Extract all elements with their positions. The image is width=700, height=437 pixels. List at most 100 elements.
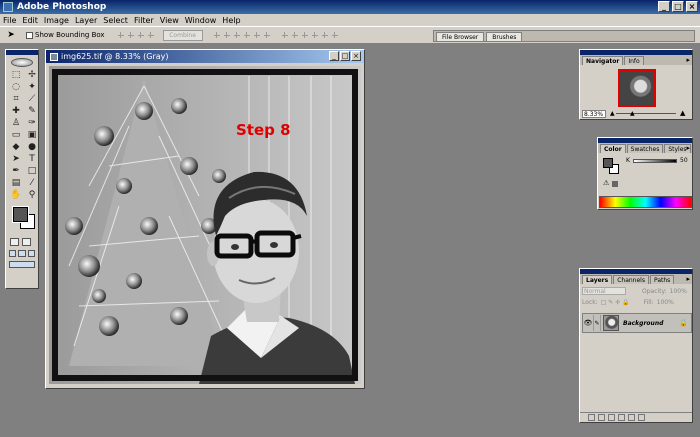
marquee-tool-icon[interactable]: ⬚ bbox=[9, 70, 23, 81]
zoom-out-icon[interactable]: ▲ bbox=[610, 110, 615, 117]
hand-tool-icon[interactable]: ✋ bbox=[9, 190, 23, 201]
quick-mask-mode-button[interactable] bbox=[22, 238, 31, 246]
palette-menu-icon[interactable]: ▸ bbox=[686, 144, 690, 152]
fill-field[interactable]: 100% bbox=[657, 299, 674, 306]
tab-swatches[interactable]: Swatches bbox=[626, 144, 664, 153]
adjustment-layer-icon[interactable] bbox=[618, 414, 625, 421]
menu-layer[interactable]: Layer bbox=[75, 16, 97, 25]
transform-icon[interactable] bbox=[126, 31, 135, 39]
full-screen-button[interactable] bbox=[27, 250, 35, 257]
combine-button[interactable]: Combine bbox=[162, 29, 203, 41]
palette-menu-icon[interactable]: ▸ bbox=[686, 56, 690, 64]
navigator-zoom-field[interactable]: 8.33% bbox=[582, 110, 606, 118]
document-close-button[interactable]: × bbox=[351, 51, 361, 61]
file-browser-tab[interactable]: File Browser bbox=[436, 32, 485, 41]
full-screen-menu-button[interactable] bbox=[18, 250, 26, 257]
tab-layers[interactable]: Layers bbox=[582, 275, 613, 284]
move-tool-preset-icon[interactable]: ➤ bbox=[4, 29, 18, 41]
menu-file[interactable]: File bbox=[3, 16, 16, 25]
zoom-tool-icon[interactable]: ⚲ bbox=[25, 190, 39, 201]
zoom-in-icon[interactable]: ▲ bbox=[680, 109, 685, 117]
menu-help[interactable]: Help bbox=[222, 16, 240, 25]
standard-screen-button[interactable] bbox=[9, 250, 17, 257]
transform-icon[interactable] bbox=[136, 31, 145, 39]
layer-mask-icon[interactable] bbox=[598, 414, 605, 421]
menu-filter[interactable]: Filter bbox=[134, 16, 154, 25]
align-icon[interactable] bbox=[262, 31, 271, 39]
layer-set-icon[interactable] bbox=[608, 414, 615, 421]
notes-tool-icon[interactable]: ▤ bbox=[9, 178, 23, 189]
tab-color[interactable]: Color bbox=[600, 144, 626, 153]
distribute-icon[interactable] bbox=[310, 31, 319, 39]
blend-mode-select[interactable]: Normal bbox=[582, 287, 626, 295]
distribute-icon[interactable] bbox=[300, 31, 309, 39]
color-spectrum-bar[interactable] bbox=[599, 196, 692, 208]
tab-channels[interactable]: Channels bbox=[613, 275, 649, 284]
slice-tool-icon[interactable]: ⟋ bbox=[25, 94, 39, 105]
brushes-tab[interactable]: Brushes bbox=[486, 32, 523, 41]
gamut-swatch[interactable] bbox=[612, 181, 618, 187]
zoom-slider[interactable] bbox=[616, 113, 676, 114]
gamut-warning-icon[interactable]: ⚠ bbox=[603, 179, 609, 187]
distribute-icon[interactable] bbox=[320, 31, 329, 39]
tab-navigator[interactable]: Navigator bbox=[582, 56, 624, 65]
crop-tool-icon[interactable]: ⌗ bbox=[9, 94, 23, 105]
transform-icon[interactable] bbox=[116, 31, 125, 39]
align-icon[interactable] bbox=[242, 31, 251, 39]
healing-brush-icon[interactable]: ✚ bbox=[9, 106, 23, 117]
k-value-field[interactable]: 50 bbox=[680, 157, 688, 164]
show-bounding-box-checkbox[interactable] bbox=[26, 31, 33, 39]
document-maximize-button[interactable]: □ bbox=[340, 51, 350, 61]
layer-style-icon[interactable] bbox=[588, 414, 595, 421]
shape-tool-icon[interactable]: □ bbox=[25, 166, 39, 177]
align-icon[interactable] bbox=[212, 31, 221, 39]
k-slider[interactable] bbox=[633, 159, 677, 163]
close-button[interactable]: × bbox=[686, 1, 698, 12]
standard-mode-button[interactable] bbox=[10, 238, 19, 246]
document-title-bar[interactable]: img625.tif @ 8.33% (Gray) bbox=[46, 50, 364, 63]
adobe-online-button[interactable] bbox=[6, 55, 38, 69]
clone-stamp-icon[interactable]: ♙ bbox=[9, 118, 23, 129]
brush-link-icon[interactable]: ✎ bbox=[593, 315, 601, 331]
menu-view[interactable]: View bbox=[160, 16, 179, 25]
dodge-tool-icon[interactable]: ● bbox=[25, 142, 39, 153]
move-tool-icon[interactable]: ✢ bbox=[25, 70, 39, 81]
foreground-color-swatch[interactable] bbox=[603, 158, 613, 168]
pen-tool-icon[interactable]: ✒ bbox=[9, 166, 23, 177]
menu-image[interactable]: Image bbox=[44, 16, 69, 25]
foreground-color-swatch[interactable] bbox=[12, 206, 29, 223]
document-minimize-button[interactable]: _ bbox=[329, 51, 339, 61]
path-selection-icon[interactable]: ➤ bbox=[9, 154, 23, 165]
magic-wand-tool-icon[interactable]: ✦ bbox=[25, 82, 39, 93]
navigator-view-box[interactable] bbox=[618, 69, 656, 107]
align-icon[interactable] bbox=[252, 31, 261, 39]
gradient-tool-icon[interactable]: ▣ bbox=[25, 130, 39, 141]
jump-to-imageready-button[interactable] bbox=[9, 261, 35, 268]
tab-paths[interactable]: Paths bbox=[649, 275, 675, 284]
align-icon[interactable] bbox=[222, 31, 231, 39]
lasso-tool-icon[interactable]: ◌ bbox=[9, 82, 23, 93]
trash-icon[interactable] bbox=[638, 414, 645, 421]
brush-tool-icon[interactable]: ✎ bbox=[25, 106, 39, 117]
align-icon[interactable] bbox=[232, 31, 241, 39]
menu-window[interactable]: Window bbox=[185, 16, 217, 25]
lock-icons[interactable]: □ ✎ ✢ 🔒 bbox=[601, 299, 630, 306]
distribute-icon[interactable] bbox=[290, 31, 299, 39]
opacity-field[interactable]: 100% bbox=[670, 288, 687, 295]
menu-edit[interactable]: Edit bbox=[22, 16, 38, 25]
new-layer-icon[interactable] bbox=[628, 414, 635, 421]
minimize-button[interactable]: _ bbox=[658, 1, 670, 12]
visibility-eye-icon[interactable]: 👁 bbox=[583, 319, 593, 327]
blur-tool-icon[interactable]: ◆ bbox=[9, 142, 23, 153]
transform-icon[interactable] bbox=[146, 31, 155, 39]
eyedropper-tool-icon[interactable]: ⁄ bbox=[25, 178, 39, 189]
document-canvas[interactable]: Step 8 bbox=[49, 66, 361, 384]
history-brush-icon[interactable]: ✑ bbox=[25, 118, 39, 129]
distribute-icon[interactable] bbox=[330, 31, 339, 39]
layer-row-background[interactable]: 👁 ✎ Background 🔒 bbox=[582, 313, 692, 333]
palette-menu-icon[interactable]: ▸ bbox=[686, 275, 690, 283]
maximize-button[interactable]: □ bbox=[672, 1, 684, 12]
type-tool-icon[interactable]: T bbox=[25, 154, 39, 165]
distribute-icon[interactable] bbox=[280, 31, 289, 39]
tab-info[interactable]: Info bbox=[624, 56, 644, 65]
